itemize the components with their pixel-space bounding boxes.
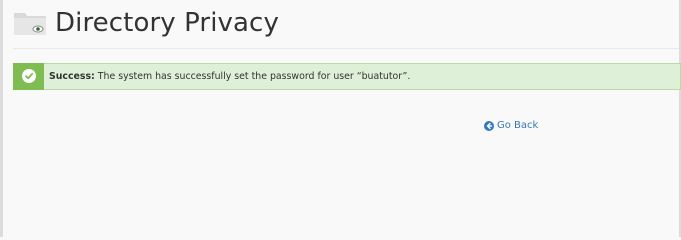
alert-message: The system has successfully set the pass… bbox=[94, 71, 411, 82]
page-header: Directory Privacy bbox=[13, 6, 279, 40]
alert-icon-box bbox=[13, 62, 44, 90]
go-back-link[interactable]: Go Back bbox=[484, 120, 538, 131]
success-alert: Success: The system has successfully set… bbox=[13, 62, 681, 90]
header-divider bbox=[13, 48, 679, 49]
page-frame: Directory Privacy Success: The system ha… bbox=[0, 0, 681, 237]
page-title: Directory Privacy bbox=[55, 8, 279, 38]
alert-label: Success: bbox=[49, 71, 95, 82]
arrow-left-circle-icon bbox=[484, 120, 494, 131]
left-border bbox=[0, 0, 3, 237]
go-back-label: Go Back bbox=[497, 120, 539, 131]
check-circle-icon bbox=[21, 69, 36, 83]
alert-text: Success: The system has successfully set… bbox=[49, 71, 410, 82]
folder-eye-icon bbox=[13, 10, 47, 36]
